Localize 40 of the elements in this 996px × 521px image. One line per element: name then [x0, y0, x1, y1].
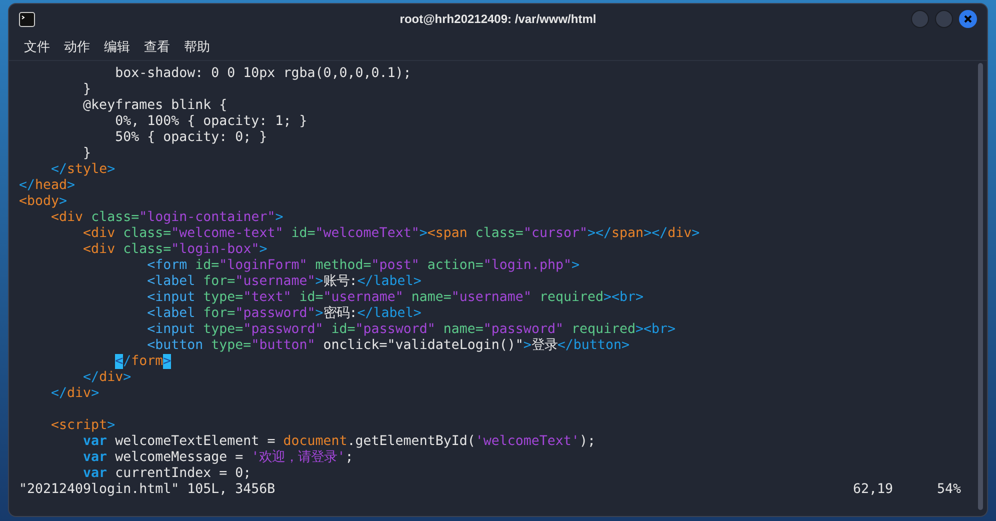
- code-line: <div class="login-box">: [82, 242, 268, 258]
- code-line: @keyframes blink {: [82, 98, 228, 114]
- file-info: "20212409login.html" 105L, 3456B: [19, 482, 276, 498]
- code-line: </div>: [82, 370, 132, 386]
- scroll-percent: 54%: [936, 482, 962, 498]
- code-line: </form>: [114, 354, 172, 370]
- menu-item[interactable]: 文件: [24, 37, 50, 57]
- minimize-button[interactable]: [911, 10, 929, 28]
- code-line: }: [82, 146, 92, 162]
- terminal-icon: [19, 12, 35, 26]
- code-line: <label for="username">账号:</label>: [146, 274, 422, 290]
- code-line: <input type="text" id="username" name="username" required><br>: [146, 290, 644, 306]
- code-line: <input type="password" id="password" name="password" required><br>: [146, 322, 676, 338]
- menu-item[interactable]: 查看: [144, 37, 170, 57]
- code-line: }: [82, 82, 92, 98]
- code-line: var welcomeMessage = '欢迎，请登录';: [82, 450, 354, 466]
- maximize-button[interactable]: [935, 10, 953, 28]
- close-icon: [964, 15, 972, 23]
- code-line: <body>: [19, 194, 68, 210]
- code-line: </style>: [50, 162, 116, 178]
- code-line: </div>: [50, 386, 100, 402]
- code-line: var welcomeTextElement = document.getElementById('welcomeText');: [82, 434, 596, 450]
- code-line: 0%, 100% { opacity: 1; }: [114, 114, 308, 130]
- code-line: 50% { opacity: 0; }: [114, 130, 268, 146]
- code-line: <form id="loginForm" method="post" action="login.php">: [146, 258, 580, 274]
- menu-item[interactable]: 帮助: [184, 37, 210, 57]
- menu-item[interactable]: 动作: [64, 37, 90, 57]
- window-title: root@hrh20212409: /var/www/html: [398, 11, 598, 28]
- code-line: var currentIndex = 0;: [82, 466, 252, 482]
- code-line: </head>: [19, 178, 76, 194]
- code-line: <label for="password">密码:</label>: [146, 306, 422, 322]
- close-button[interactable]: [959, 10, 977, 28]
- menu-item[interactable]: 编辑: [104, 37, 130, 57]
- scrollbar[interactable]: [978, 63, 982, 510]
- code-line: box-shadow: 0 0 10px rgba(0,0,0,0.1);: [114, 66, 412, 82]
- code-line: <script>: [50, 418, 116, 434]
- cursor-position: 62,19: [852, 482, 893, 498]
- code-line: <div class="welcome-text" id="welcomeText"><span class="cursor"></span></div>: [82, 226, 700, 242]
- code-line: <button type="button" onclick="validateLogin()">登录</button>: [146, 338, 630, 354]
- code-line: <div class="login-container">: [50, 210, 284, 226]
